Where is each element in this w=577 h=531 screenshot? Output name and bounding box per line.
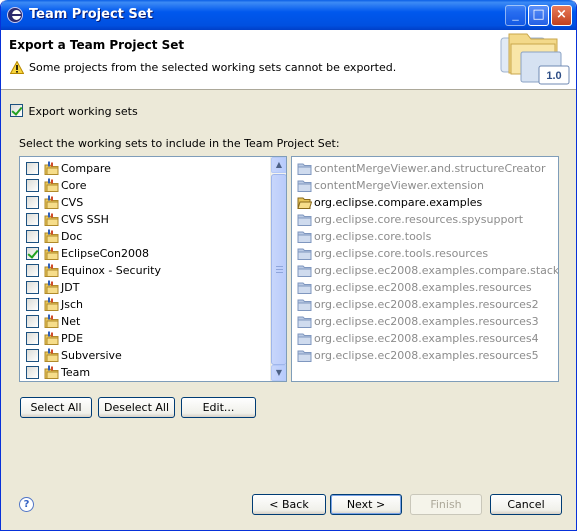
closed-project-folder-icon bbox=[297, 348, 312, 366]
working-set-item[interactable]: Doc bbox=[20, 228, 270, 245]
working-set-label: PDE bbox=[61, 332, 84, 345]
project-label: org.eclipse.core.tools.resources bbox=[314, 247, 489, 260]
project-label: org.eclipse.core.resources.spysupport bbox=[314, 213, 524, 226]
project-label: org.eclipse.compare.examples bbox=[314, 196, 483, 209]
scroll-thumb[interactable] bbox=[271, 174, 286, 365]
working-sets-scrollbar[interactable]: ▲ ▼ bbox=[270, 157, 286, 381]
working-set-label: Jsch bbox=[61, 298, 83, 311]
project-item[interactable]: org.eclipse.core.tools bbox=[292, 228, 558, 245]
working-set-checkbox[interactable] bbox=[26, 298, 39, 311]
project-label: org.eclipse.ec2008.examples.resources bbox=[314, 281, 532, 294]
working-set-label: Net bbox=[61, 315, 81, 328]
minimize-button[interactable]: _ bbox=[505, 5, 526, 26]
project-label: org.eclipse.ec2008.examples.resources3 bbox=[314, 315, 539, 328]
version-label: 1.0 bbox=[546, 70, 561, 82]
back-button[interactable]: < Back bbox=[252, 494, 326, 515]
working-set-item[interactable]: Subversive bbox=[20, 347, 270, 364]
project-item[interactable]: org.eclipse.core.resources.spysupport bbox=[292, 211, 558, 228]
working-set-checkbox[interactable] bbox=[26, 196, 39, 209]
working-set-checkbox[interactable] bbox=[26, 332, 39, 345]
project-item[interactable]: org.eclipse.compare.examples bbox=[292, 194, 558, 211]
working-set-checkbox[interactable] bbox=[26, 281, 39, 294]
working-set-checkbox[interactable] bbox=[26, 213, 39, 226]
project-label: contentMergeViewer.extension bbox=[314, 179, 484, 192]
working-set-item[interactable]: Team bbox=[20, 364, 270, 381]
scroll-up-button[interactable]: ▲ bbox=[271, 157, 286, 173]
working-set-checkbox[interactable] bbox=[26, 366, 39, 379]
working-sets-label: Select the working sets to include in th… bbox=[19, 137, 340, 150]
maximize-button[interactable]: □ bbox=[528, 5, 549, 26]
project-item[interactable]: org.eclipse.ec2008.examples.compare.stac… bbox=[292, 262, 558, 279]
project-label: contentMergeViewer.and.structureCreator bbox=[314, 162, 546, 175]
working-set-item[interactable]: Net bbox=[20, 313, 270, 330]
window-title: Team Project Set bbox=[29, 7, 153, 22]
project-item[interactable]: contentMergeViewer.and.structureCreator bbox=[292, 160, 558, 177]
working-set-item[interactable]: PDE bbox=[20, 330, 270, 347]
maximize-icon: □ bbox=[532, 7, 545, 22]
working-set-checkbox[interactable] bbox=[26, 315, 39, 328]
warning-icon bbox=[10, 61, 24, 74]
help-icon[interactable]: ? bbox=[19, 497, 34, 512]
dialog-window: Team Project Set _ □ × Export a Team Pro… bbox=[0, 0, 577, 531]
project-item[interactable]: org.eclipse.ec2008.examples.resources bbox=[292, 279, 558, 296]
close-button[interactable]: × bbox=[551, 5, 572, 26]
working-set-icon bbox=[44, 365, 59, 381]
working-set-label: EclipseCon2008 bbox=[61, 247, 149, 260]
export-working-sets-check[interactable] bbox=[10, 104, 23, 117]
page-title: Export a Team Project Set bbox=[9, 38, 185, 52]
close-icon: × bbox=[556, 7, 567, 22]
working-set-item[interactable]: EclipseCon2008 bbox=[20, 245, 270, 262]
project-label: org.eclipse.ec2008.examples.resources4 bbox=[314, 332, 539, 345]
deselect-all-button[interactable]: Deselect All bbox=[98, 397, 175, 418]
edit-button[interactable]: Edit... bbox=[181, 397, 256, 418]
project-item[interactable]: org.eclipse.ec2008.examples.resources2 bbox=[292, 296, 558, 313]
working-set-label: Equinox - Security bbox=[61, 264, 161, 277]
project-label: org.eclipse.ec2008.examples.resources2 bbox=[314, 298, 539, 311]
working-set-item[interactable]: Core bbox=[20, 177, 270, 194]
working-set-label: Subversive bbox=[61, 349, 122, 362]
next-button[interactable]: Next > bbox=[330, 494, 402, 515]
project-label: org.eclipse.ec2008.examples.resources5 bbox=[314, 349, 539, 362]
select-all-button[interactable]: Select All bbox=[20, 397, 92, 418]
working-set-label: Compare bbox=[61, 162, 111, 175]
scroll-down-button[interactable]: ▼ bbox=[271, 365, 286, 381]
export-working-sets-checkbox[interactable]: Export working sets bbox=[10, 104, 138, 118]
working-set-item[interactable]: Jsch bbox=[20, 296, 270, 313]
project-item[interactable]: org.eclipse.ec2008.examples.resources4 bbox=[292, 330, 558, 347]
projects-list[interactable]: contentMergeViewer.and.structureCreator c… bbox=[291, 156, 559, 382]
working-set-item[interactable]: JDT bbox=[20, 279, 270, 296]
project-item[interactable]: org.eclipse.ec2008.examples.resources5 bbox=[292, 347, 558, 364]
finish-button[interactable]: Finish bbox=[410, 494, 482, 515]
working-sets-list[interactable]: Compare Core CVS CVS SSH Doc EclipseCon2008 Eq… bbox=[19, 156, 287, 382]
eclipse-icon bbox=[7, 7, 23, 23]
export-wizard-image: 1.0 bbox=[500, 33, 570, 85]
working-set-label: JDT bbox=[61, 281, 80, 294]
working-set-item[interactable]: CVS SSH bbox=[20, 211, 270, 228]
working-set-checkbox[interactable] bbox=[26, 162, 39, 175]
working-set-checkbox[interactable] bbox=[26, 247, 39, 260]
project-label: org.eclipse.ec2008.examples.compare.stac… bbox=[314, 264, 559, 277]
working-set-item[interactable]: CVS bbox=[20, 194, 270, 211]
working-set-item[interactable]: Equinox - Security bbox=[20, 262, 270, 279]
working-set-label: Doc bbox=[61, 230, 83, 243]
working-set-item[interactable]: Compare bbox=[20, 160, 270, 177]
working-set-label: CVS SSH bbox=[61, 213, 109, 226]
project-item[interactable]: org.eclipse.ec2008.examples.resources3 bbox=[292, 313, 558, 330]
title-bar[interactable]: Team Project Set _ □ × bbox=[1, 0, 576, 30]
working-set-checkbox[interactable] bbox=[26, 264, 39, 277]
project-item[interactable]: org.eclipse.core.tools.resources bbox=[292, 245, 558, 262]
working-set-checkbox[interactable] bbox=[26, 230, 39, 243]
banner-message: Some projects from the selected working … bbox=[29, 61, 397, 74]
working-set-label: CVS bbox=[61, 196, 84, 209]
export-working-sets-label: Export working sets bbox=[28, 105, 138, 118]
working-set-label: Team bbox=[61, 366, 91, 379]
working-set-checkbox[interactable] bbox=[26, 179, 39, 192]
project-item[interactable]: contentMergeViewer.extension bbox=[292, 177, 558, 194]
cancel-button[interactable]: Cancel bbox=[490, 494, 562, 515]
working-set-label: Core bbox=[61, 179, 87, 192]
working-set-checkbox[interactable] bbox=[26, 349, 39, 362]
project-label: org.eclipse.core.tools bbox=[314, 230, 432, 243]
wizard-banner: Export a Team Project Set Some projects … bbox=[1, 30, 576, 90]
minimize-icon: _ bbox=[512, 7, 519, 22]
